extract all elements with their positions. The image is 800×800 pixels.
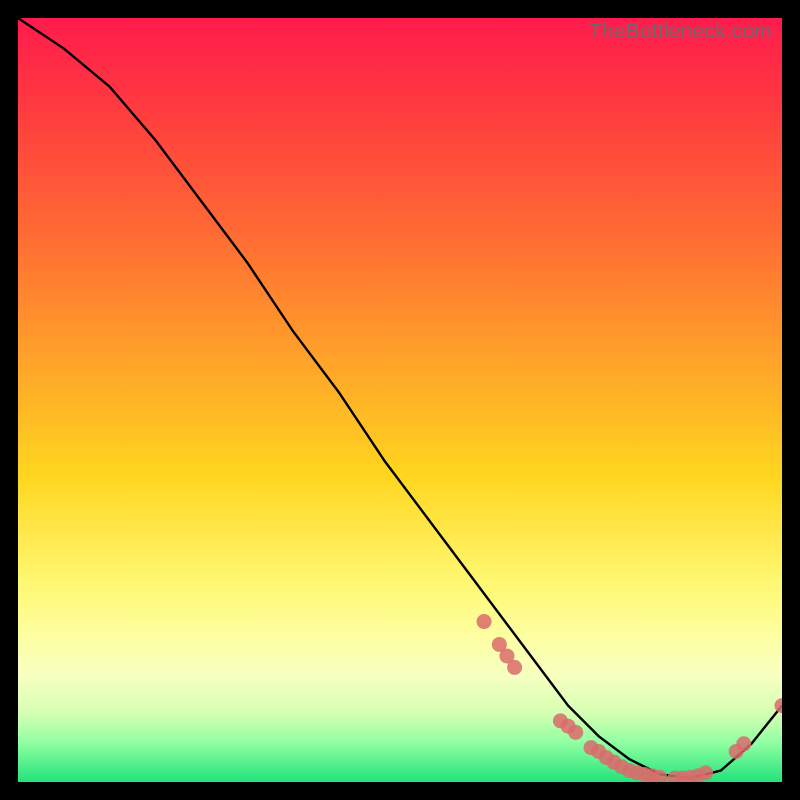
marker-dot: [507, 660, 522, 675]
marker-dot: [775, 698, 783, 713]
marker-dot: [736, 736, 751, 751]
chart-overlay: [18, 18, 782, 782]
bottleneck-curve: [18, 18, 782, 778]
marker-dot: [568, 725, 583, 740]
marker-dot: [477, 614, 492, 629]
marker-layer: [477, 614, 782, 782]
chart-stage: TheBottleneck.com: [0, 0, 800, 800]
plot-area: TheBottleneck.com: [18, 18, 782, 782]
marker-dot: [698, 765, 713, 780]
